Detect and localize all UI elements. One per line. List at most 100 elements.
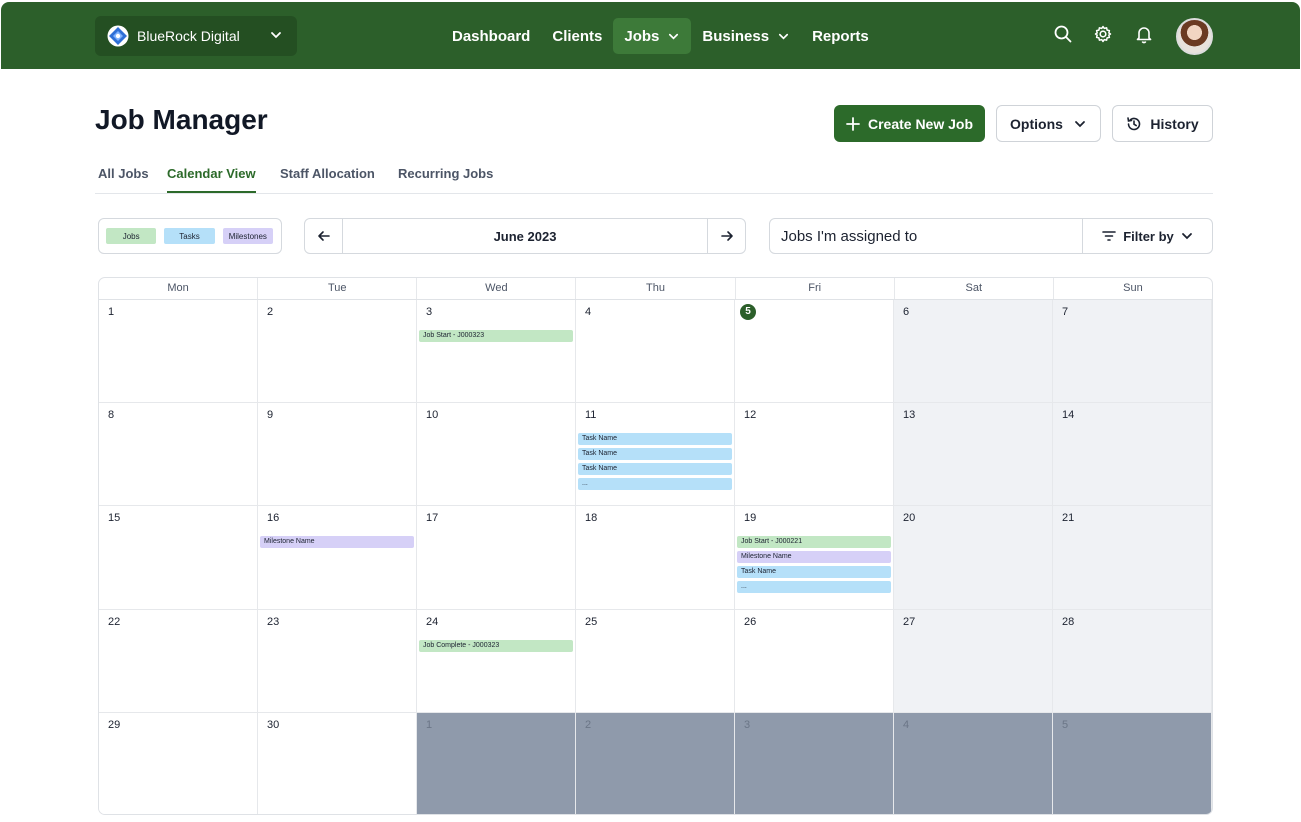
tab-recurring-jobs[interactable]: Recurring Jobs	[398, 166, 493, 191]
assigned-jobs-selector[interactable]: Jobs I'm assigned to	[781, 228, 917, 245]
arrow-right-icon	[720, 231, 733, 241]
nav-item-dashboard[interactable]: Dashboard	[441, 18, 541, 54]
calendar-day-cell[interactable]: 13	[894, 403, 1053, 507]
calendar-day-cell[interactable]: 9	[258, 403, 417, 507]
day-number: 1	[426, 718, 433, 731]
tab-calendar-view[interactable]: Calendar View	[167, 166, 256, 193]
day-number: 30	[267, 718, 280, 731]
weekday-label: Wed	[417, 278, 577, 299]
calendar-day-cell[interactable]: 5	[735, 300, 894, 404]
calendar-day-cell[interactable]: 10	[417, 403, 576, 507]
calendar-day-cell[interactable]: 28	[1053, 609, 1212, 713]
weekday-label: Tue	[258, 278, 418, 299]
weekday-label: Fri	[736, 278, 895, 299]
day-number: 29	[108, 718, 121, 731]
task-event[interactable]: Task Name	[578, 447, 732, 460]
nav-item-jobs[interactable]: Jobs	[613, 18, 692, 54]
user-avatar[interactable]	[1176, 18, 1213, 55]
calendar-day-cell[interactable]: 30	[258, 712, 417, 814]
calendar-day-cell[interactable]: 12	[735, 403, 894, 507]
calendar-day-cell[interactable]: 20	[894, 506, 1053, 610]
create-new-job-button[interactable]: Create New Job	[834, 105, 985, 142]
task-event[interactable]: Task Name	[578, 433, 732, 446]
filter-by-button[interactable]: Filter by	[1082, 219, 1212, 253]
calendar-day-cell[interactable]: 3 Job Start - J000323	[417, 300, 576, 404]
day-number: 1	[108, 306, 115, 318]
create-new-job-label: Create New Job	[867, 115, 974, 132]
calendar-day-cell[interactable]: 2	[258, 300, 417, 404]
calendar-day-cell[interactable]: 16 Milestone Name	[258, 506, 417, 610]
calendar-day-cell[interactable]: 24 Job Complete - J000323	[417, 609, 576, 713]
day-number: 2	[267, 306, 274, 318]
calendar-day-cell[interactable]: 6	[894, 300, 1053, 404]
milestone-event[interactable]: Milestone Name	[737, 551, 891, 564]
day-number: 19	[744, 512, 757, 525]
calendar-day-cell[interactable]: 8	[99, 403, 258, 507]
calendar-day-cell[interactable]: 19 Job Start - J000221 Milestone Name Task …	[735, 506, 894, 610]
weekday-header: Mon Tue Wed Thu Fri Sat Sun	[99, 278, 1212, 300]
day-number: 16	[267, 512, 280, 525]
tab-all-jobs[interactable]: All Jobs	[98, 166, 149, 191]
calendar-day-cell[interactable]: 7	[1053, 300, 1212, 404]
calendar-day-cell[interactable]: 1	[99, 300, 258, 404]
previous-month-button[interactable]	[305, 219, 343, 253]
history-button[interactable]: History	[1112, 105, 1213, 142]
day-number: 4	[903, 718, 910, 731]
calendar-day-cell[interactable]: 25	[576, 609, 735, 713]
calendar-day-cell[interactable]: 27	[894, 609, 1053, 713]
calendar-day-cell[interactable]: 15	[99, 506, 258, 610]
calendar-day-cell[interactable]: 5	[1053, 712, 1212, 814]
calendar-day-cell[interactable]: 2	[576, 712, 735, 814]
milestone-event[interactable]: Milestone Name	[260, 536, 414, 549]
weekday-label: Thu	[576, 278, 736, 299]
day-number: 2	[585, 718, 592, 731]
calendar-day-cell[interactable]: 17	[417, 506, 576, 610]
search-icon[interactable]	[1053, 24, 1073, 44]
nav-item-business[interactable]: Business	[691, 18, 801, 54]
day-number: 27	[903, 615, 916, 628]
job-event[interactable]: Job Start - J000221	[737, 536, 891, 549]
bluerock-logo-icon	[107, 25, 129, 47]
calendar-day-cell[interactable]: 14	[1053, 403, 1212, 507]
workspace-name: BlueRock Digital	[137, 28, 240, 44]
job-event[interactable]: Job Complete - J000323	[419, 639, 573, 652]
current-month-label: June 2023	[493, 229, 557, 244]
nav-item-reports[interactable]: Reports	[801, 18, 880, 54]
workspace-switcher[interactable]: BlueRock Digital	[95, 16, 297, 56]
nav-item-label: Business	[702, 27, 770, 45]
calendar-day-cell[interactable]: 29	[99, 712, 258, 814]
day-number: 17	[426, 512, 439, 525]
day-number: 23	[267, 615, 280, 628]
job-event[interactable]: Job Start - J000323	[419, 330, 573, 342]
legend-jobs: Jobs	[106, 228, 157, 244]
day-number: 3	[426, 306, 433, 318]
options-button[interactable]: Options	[996, 105, 1101, 142]
calendar-day-cell[interactable]: 1	[417, 712, 576, 814]
weekday-label: Sun	[1123, 282, 1143, 294]
plus-icon	[846, 116, 860, 131]
calendar-day-cell[interactable]: 23	[258, 609, 417, 713]
bell-icon[interactable]	[1134, 24, 1154, 44]
calendar-day-cell[interactable]: 22	[99, 609, 258, 713]
day-number: 11	[585, 409, 597, 422]
calendar-day-cell[interactable]: 21	[1053, 506, 1212, 610]
day-number: 20	[903, 512, 916, 525]
task-event[interactable]: Task Name	[578, 462, 732, 475]
calendar-day-cell[interactable]: 4	[576, 300, 735, 404]
task-event[interactable]: ...	[578, 477, 732, 490]
next-month-button[interactable]	[707, 219, 745, 253]
day-number: 7	[1062, 306, 1069, 318]
calendar-day-cell[interactable]: 3	[735, 712, 894, 814]
main-nav: Dashboard Clients Jobs Business Reports	[441, 18, 880, 54]
gear-icon[interactable]	[1093, 24, 1113, 44]
tab-staff-allocation[interactable]: Staff Allocation	[280, 166, 375, 191]
task-event[interactable]: ...	[737, 580, 891, 593]
day-number: 15	[108, 512, 121, 525]
calendar-day-cell[interactable]: 26	[735, 609, 894, 713]
calendar-day-cell[interactable]: 18	[576, 506, 735, 610]
view-tabs: All Jobs Calendar View Staff Allocation …	[95, 164, 1213, 194]
calendar-day-cell[interactable]: 11 Task Name Task Name Task Name...	[576, 403, 735, 507]
task-event[interactable]: Task Name	[737, 565, 891, 578]
nav-item-clients[interactable]: Clients	[541, 18, 613, 54]
calendar-day-cell[interactable]: 4	[894, 712, 1053, 814]
